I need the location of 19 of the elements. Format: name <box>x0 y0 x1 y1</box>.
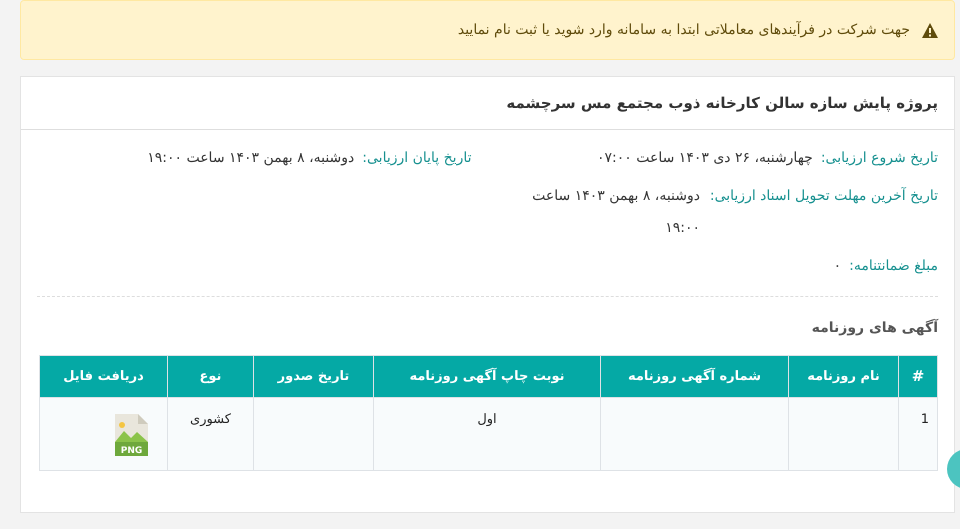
png-file-icon[interactable]: PNG <box>114 414 148 456</box>
field-value: دوشنبه، ۸ بهمن ۱۴۰۳ ساعت ۱۹:۰۰ <box>531 187 700 238</box>
table-cell: 1 <box>898 398 938 470</box>
field-label: مبلغ ضمانتنامه: <box>849 257 938 276</box>
table-cell: کشوری <box>168 398 254 470</box>
field-label: تاریخ آخرین مهلت تحویل اسناد ارزیابی: <box>708 186 938 206</box>
section-title: آگهی های روزنامه <box>812 320 938 336</box>
column-header: شماره آگهی روزنامه <box>600 356 788 398</box>
table-cell: اول <box>374 398 600 470</box>
field-label: تاریخ شروع ارزیابی: <box>820 149 938 168</box>
column-header: # <box>898 356 938 398</box>
field-value: دوشنبه، ۸ بهمن ۱۴۰۳ ساعت ۱۹:۰۰ <box>147 149 354 168</box>
card-title: پروژه پایش سازه سالن کارخانه ذوب مجتمع مس سرچشمه <box>506 92 938 114</box>
field-value: چهارشنبه، ۲۶ دی ۱۴۰۳ ساعت ۰۷:۰۰ <box>597 149 813 168</box>
field-value: ۰ <box>834 257 842 276</box>
warning-icon <box>922 22 938 38</box>
field-label: تاریخ پایان ارزیابی: <box>362 149 472 168</box>
column-header: نوبت چاپ آگهی روزنامه <box>374 356 600 398</box>
alert-text: جهت شرکت در فرآیندهای معاملاتی ابتدا به سامانه وارد شوید یا ثبت نام نمایید <box>458 20 910 40</box>
